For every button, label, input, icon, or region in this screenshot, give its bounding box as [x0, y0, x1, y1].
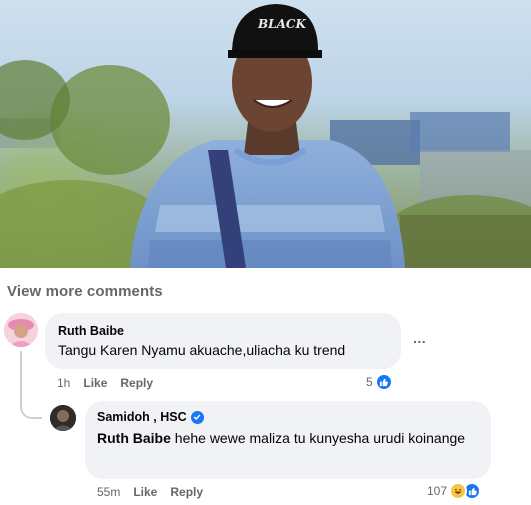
mention-link[interactable]: Ruth Baibe: [97, 430, 171, 446]
comment-text: Tangu Karen Nyamu akuache,uliacha ku tre…: [58, 342, 346, 358]
comment-actions: 1h Like Reply: [57, 376, 153, 390]
avatar-image: [4, 313, 38, 347]
comment-bubble: Ruth Baibe Tangu Karen Nyamu akuache,uli…: [45, 313, 401, 369]
like-button[interactable]: Like: [83, 376, 107, 390]
reaction-summary[interactable]: 107: [427, 482, 482, 500]
avatar[interactable]: [4, 313, 38, 347]
photo-illustration: BLACK: [0, 4, 531, 268]
comment-author-name: Samidoh , HSC: [97, 410, 187, 424]
comment-bubble: Samidoh , HSC Ruth Baibe hehe wewe maliz…: [85, 401, 491, 479]
comment-actions: 55m Like Reply: [97, 485, 203, 499]
verified-badge-icon: [190, 410, 204, 424]
comment-body: hehe wewe maliza tu kunyesha urudi koina…: [170, 430, 466, 446]
post-photo[interactable]: BLACK: [0, 0, 531, 268]
comment-author[interactable]: Ruth Baibe: [58, 324, 124, 338]
like-icon: [374, 373, 393, 391]
avatar[interactable]: [50, 405, 76, 431]
cap-logo-text: BLACK: [257, 17, 306, 31]
avatar-image: [50, 405, 76, 431]
thread-connector: [20, 351, 42, 419]
comment-author[interactable]: Samidoh , HSC: [97, 410, 204, 424]
more-options-icon[interactable]: ...: [413, 330, 426, 346]
reply-button[interactable]: Reply: [120, 376, 153, 390]
reply-button[interactable]: Reply: [170, 485, 203, 499]
haha-icon: [449, 482, 468, 500]
comment-text: Ruth Baibe hehe wewe maliza tu kunyesha …: [97, 428, 477, 448]
view-more-comments-link[interactable]: View more comments: [7, 283, 163, 300]
like-button[interactable]: Like: [133, 485, 157, 499]
reaction-count: 5: [366, 375, 373, 389]
reaction-summary[interactable]: 5: [366, 373, 393, 391]
reaction-count: 107: [427, 484, 448, 498]
comment-time[interactable]: 1h: [57, 376, 70, 390]
comment-time[interactable]: 55m: [97, 485, 120, 499]
